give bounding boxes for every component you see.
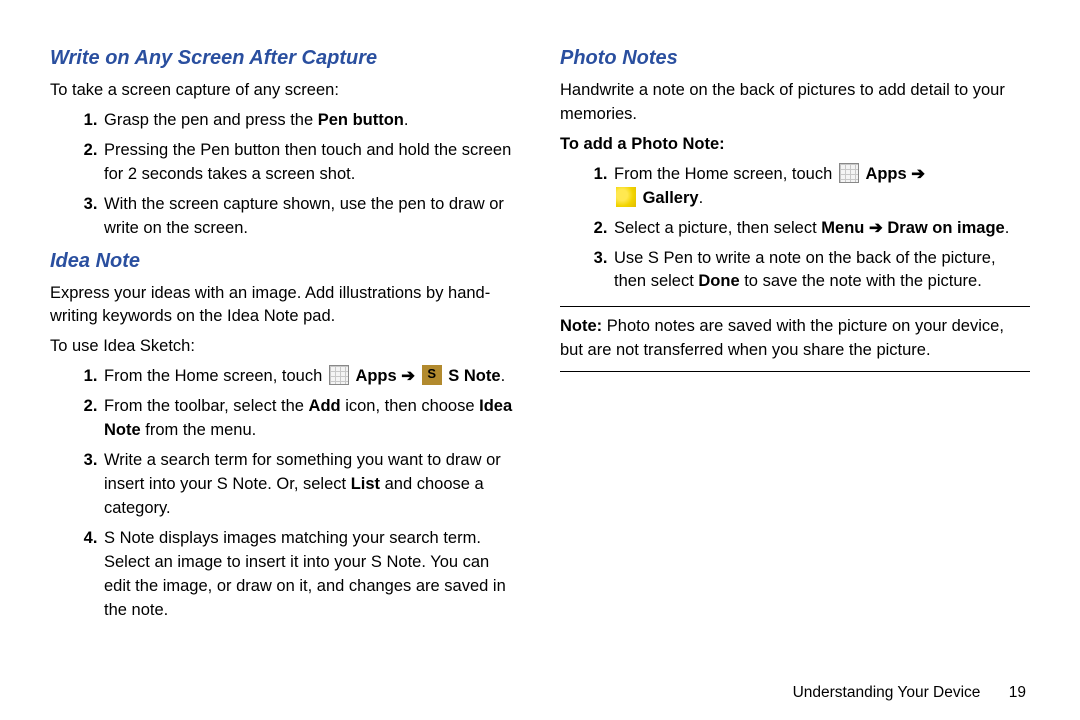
list-item: Grasp the pen and press the Pen button. (102, 109, 520, 133)
list-item: Write a search term for something you wa… (102, 449, 520, 521)
step-text-bold: Done (698, 272, 739, 290)
step-text-bold: Apps (355, 367, 401, 385)
steps-list: From the Home screen, touch Apps ➔ S Not… (50, 365, 520, 622)
step-text: From the Home screen, touch (104, 367, 327, 385)
list-item: Use S Pen to write a note on the back of… (612, 247, 1030, 295)
apps-icon (839, 163, 859, 183)
step-text: from the menu. (141, 421, 257, 439)
gallery-icon (616, 187, 636, 207)
step-text-bold: Draw on image (883, 219, 1005, 237)
step-text: Select a picture, then select (614, 219, 821, 237)
intro-text: Express your ideas with an image. Add il… (50, 282, 520, 330)
arrow-icon: ➔ (869, 219, 883, 237)
step-text-bold: Add (309, 397, 341, 415)
list-item: From the toolbar, select the Add icon, t… (102, 395, 520, 443)
step-text: . (699, 189, 704, 207)
list-item: With the screen capture shown, use the p… (102, 193, 520, 241)
steps-list: From the Home screen, touch Apps ➔ Galle… (560, 163, 1030, 295)
intro-text: To take a screen capture of any screen: (50, 79, 520, 103)
page-footer: Understanding Your Device 19 (793, 684, 1026, 702)
note-block: Note: Photo notes are saved with the pic… (560, 306, 1030, 372)
step-text: From the toolbar, select the (104, 397, 309, 415)
intro-text: Handwrite a note on the back of pictures… (560, 79, 1030, 127)
arrow-icon: ➔ (911, 165, 925, 183)
list-item: S Note displays images matching your sea… (102, 527, 520, 623)
steps-list: Grasp the pen and press the Pen button. … (50, 109, 520, 241)
list-item: From the Home screen, touch Apps ➔ S Not… (102, 365, 520, 389)
intro-text: To use Idea Sketch: (50, 335, 520, 359)
apps-icon (329, 365, 349, 385)
step-text: From the Home screen, touch (614, 165, 837, 183)
step-text: to save the note with the picture. (740, 272, 982, 290)
sub-heading: To add a Photo Note: (560, 133, 1030, 157)
step-text-bold: S Note (448, 367, 500, 385)
snote-icon (422, 365, 442, 385)
footer-chapter: Understanding Your Device (793, 684, 981, 701)
step-text: . (1005, 219, 1010, 237)
note-label: Note: (560, 317, 602, 335)
right-column: Photo Notes Handwrite a note on the back… (560, 40, 1030, 710)
page-number: 19 (1009, 684, 1026, 701)
list-item: Pressing the Pen button then touch and h… (102, 139, 520, 187)
step-text: . (501, 367, 506, 385)
step-text: . (404, 111, 409, 129)
note-text: Photo notes are saved with the picture o… (560, 317, 1004, 359)
step-text-bold: Pen button (318, 111, 404, 129)
step-text-bold: Apps (865, 165, 911, 183)
list-item: Select a picture, then select Menu ➔ Dra… (612, 217, 1030, 241)
section-heading-idea-note: Idea Note (50, 247, 520, 276)
page: Write on Any Screen After Capture To tak… (0, 0, 1080, 720)
section-heading-write-on-screen: Write on Any Screen After Capture (50, 44, 520, 73)
list-item: From the Home screen, touch Apps ➔ Galle… (612, 163, 1030, 211)
step-text: Grasp the pen and press the (104, 111, 318, 129)
step-text-bold: Menu (821, 219, 869, 237)
arrow-icon: ➔ (401, 367, 415, 385)
step-text: icon, then choose (341, 397, 480, 415)
left-column: Write on Any Screen After Capture To tak… (50, 40, 520, 710)
section-heading-photo-notes: Photo Notes (560, 44, 1030, 73)
step-text-bold: Gallery (643, 189, 699, 207)
step-text-bold: List (351, 475, 380, 493)
